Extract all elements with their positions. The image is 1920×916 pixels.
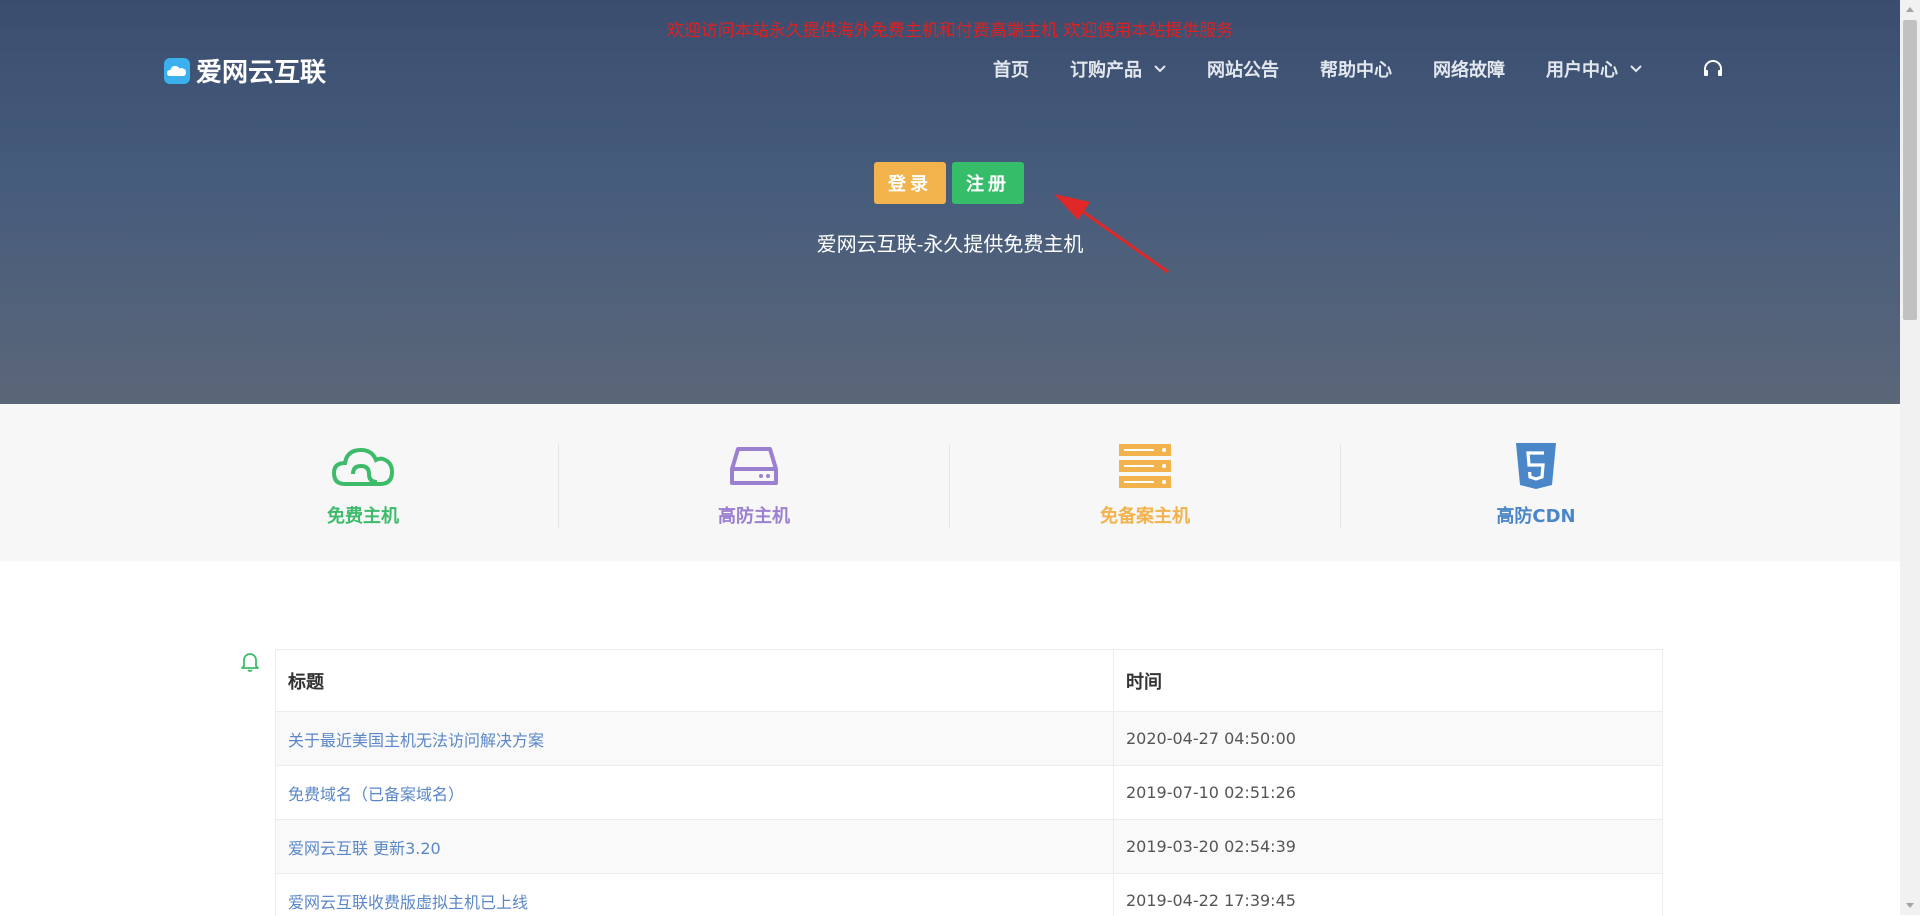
- column-header-title: 标题: [276, 650, 1114, 711]
- auth-buttons: 登录 注册: [874, 162, 1024, 204]
- cloud-icon: [168, 440, 558, 492]
- logo-cloud-icon: [164, 57, 190, 84]
- notice-marquee: 欢迎访问本站永久提供海外免费主机和付费高端主机 欢迎使用本站提供服务: [666, 21, 1234, 41]
- hero-banner: 欢迎访问本站永久提供海外免费主机和付费高端主机 欢迎使用本站提供服务 爱网云互联…: [0, 0, 1900, 404]
- scrollbar-thumb[interactable]: [1903, 20, 1917, 320]
- hero-tagline: 爱网云互联-永久提供免费主机: [816, 232, 1084, 256]
- nav-announcements-label: 网站公告: [1207, 60, 1279, 81]
- table-row: 关于最近美国主机无法访问解决方案 2020-04-27 04:50:00: [276, 712, 1662, 766]
- table-row: 爱网云互联收费版虚拟主机已上线 2019-04-22 17:39:45: [276, 874, 1662, 916]
- announcements-table: 标题 时间 关于最近美国主机无法访问解决方案 2020-04-27 04:50:…: [275, 649, 1663, 916]
- bell-icon: [240, 651, 260, 677]
- page-scrollbar[interactable]: [1900, 0, 1920, 915]
- site-logo[interactable]: 爱网云互联: [164, 52, 326, 89]
- nav-network-issues-label: 网络故障: [1433, 60, 1505, 81]
- headset-icon[interactable]: [1702, 58, 1724, 80]
- chevron-down-icon: [1154, 65, 1166, 73]
- table-row: 爱网云互联 更新3.20 2019-03-20 02:54:39: [276, 820, 1662, 874]
- hard-drive-icon: [559, 440, 949, 492]
- feature-ddos-hosting-label: 高防主机: [718, 506, 790, 527]
- login-button[interactable]: 登录: [874, 162, 946, 204]
- nav-user-center-label: 用户中心: [1546, 60, 1618, 81]
- table-row: 免费域名（已备案域名） 2019-07-10 02:51:26: [276, 766, 1662, 820]
- announcement-time: 2019-07-10 02:51:26: [1126, 783, 1296, 802]
- nav-order-products-label: 订购产品: [1070, 60, 1142, 81]
- feature-free-hosting[interactable]: 免费主机: [168, 440, 558, 530]
- feature-ddos-cdn-label: 高防CDN: [1496, 506, 1576, 527]
- feature-ddos-cdn[interactable]: 高防CDN: [1341, 440, 1731, 530]
- feature-no-icp-hosting[interactable]: 免备案主机: [950, 440, 1340, 530]
- nav-home[interactable]: 首页: [993, 56, 1029, 82]
- announcement-link[interactable]: 爱网云互联 更新3.20: [288, 835, 441, 859]
- server-icon: [950, 440, 1340, 492]
- announcement-link[interactable]: 爱网云互联收费版虚拟主机已上线: [288, 889, 528, 913]
- announcement-time: 2020-04-27 04:50:00: [1126, 729, 1296, 748]
- nav-order-products[interactable]: 订购产品: [1070, 56, 1166, 82]
- announcement-time: 2019-03-20 02:54:39: [1126, 837, 1296, 856]
- announcement-link[interactable]: 免费域名（已备案域名）: [288, 781, 464, 805]
- nav-help-center-label: 帮助中心: [1320, 60, 1392, 81]
- nav-help-center[interactable]: 帮助中心: [1320, 56, 1392, 82]
- feature-no-icp-hosting-label: 免备案主机: [1100, 506, 1190, 527]
- nav-user-center[interactable]: 用户中心: [1546, 56, 1642, 82]
- register-button[interactable]: 注册: [952, 162, 1024, 204]
- feature-strip: 免费主机 高防主机 免备案主机 高防CDN: [0, 404, 1900, 561]
- feature-ddos-hosting[interactable]: 高防主机: [559, 440, 949, 530]
- announcement-link[interactable]: 关于最近美国主机无法访问解决方案: [288, 727, 544, 751]
- html5-icon: [1341, 440, 1731, 492]
- nav-home-label: 首页: [993, 60, 1029, 81]
- chevron-down-icon: [1630, 65, 1642, 73]
- main-nav: 首页 订购产品 网站公告 帮助中心 网络故障 用户中心: [952, 56, 1724, 82]
- nav-network-issues[interactable]: 网络故障: [1433, 56, 1505, 82]
- scroll-down-arrow-icon[interactable]: [1900, 897, 1920, 915]
- table-header-row: 标题 时间: [276, 650, 1662, 712]
- nav-announcements[interactable]: 网站公告: [1207, 56, 1279, 82]
- feature-free-hosting-label: 免费主机: [327, 506, 399, 527]
- announcement-time: 2019-04-22 17:39:45: [1126, 891, 1296, 910]
- brand-name: 爱网云互联: [196, 58, 327, 88]
- column-header-time: 时间: [1126, 671, 1162, 693]
- scroll-up-arrow-icon[interactable]: [1900, 0, 1920, 18]
